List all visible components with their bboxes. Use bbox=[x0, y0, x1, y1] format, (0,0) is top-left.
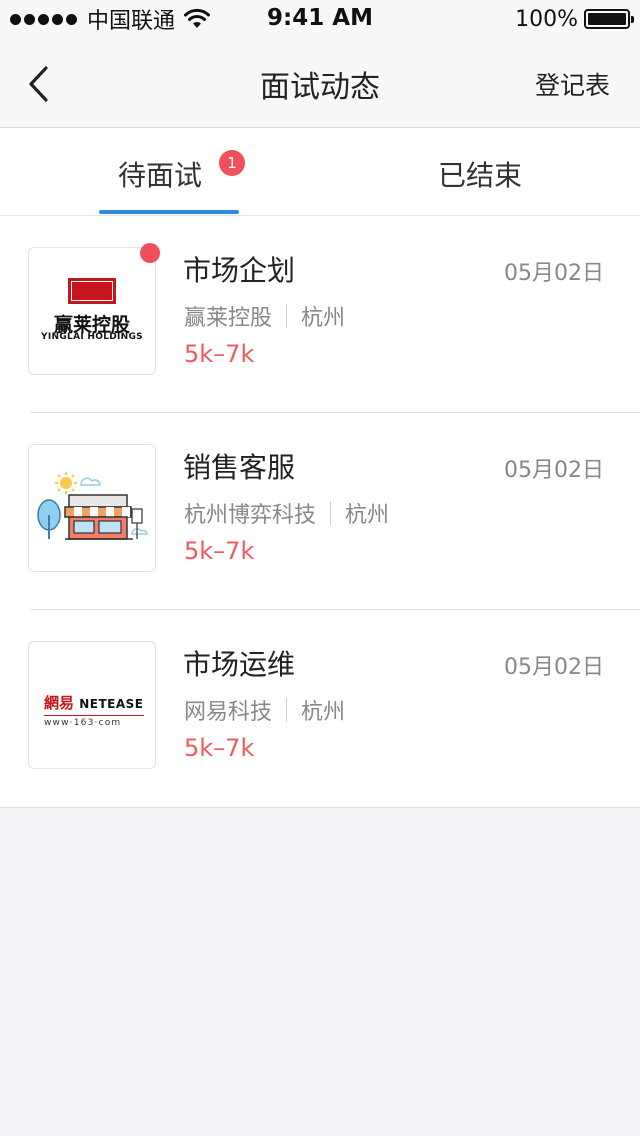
company-name: 杭州博弈科技 bbox=[184, 503, 317, 528]
status-right: 100% bbox=[515, 6, 634, 32]
tab-pending-interview[interactable]: 待面试 bbox=[0, 128, 320, 216]
city: 杭州 bbox=[345, 503, 390, 528]
interview-date: 05月02日 bbox=[504, 458, 604, 483]
logo-url: www·163·com bbox=[44, 718, 122, 728]
company-meta: 杭州博弈科技 杭州 bbox=[184, 497, 389, 529]
logo-en: NETEASE bbox=[79, 697, 144, 711]
storefront-icon bbox=[37, 472, 148, 540]
tab-finished[interactable]: 已结束 bbox=[320, 128, 640, 216]
job-title: 市场运维 bbox=[183, 648, 296, 681]
logo-rule bbox=[44, 715, 144, 716]
logo-subtext: YINGLAI HOLDINGS bbox=[41, 332, 143, 342]
yinglai-seal-icon bbox=[68, 278, 116, 304]
interview-date: 05月02日 bbox=[504, 261, 604, 286]
city: 杭州 bbox=[301, 306, 346, 331]
netease-wordmark: 網易 NETEASE www·163·com bbox=[44, 692, 144, 728]
logo-text: 網易 NETEASE bbox=[44, 692, 144, 713]
netease-logo: 網易 NETEASE www·163·com bbox=[28, 641, 156, 769]
list-item[interactable]: 销售客服 05月02日 杭州博弈科技 杭州 5k–7k bbox=[0, 413, 640, 610]
company-name: 网易科技 bbox=[184, 700, 273, 725]
tab-label: 待面试 bbox=[117, 159, 202, 192]
registration-form-button[interactable]: 登记表 bbox=[535, 66, 610, 102]
active-tab-indicator bbox=[99, 210, 239, 214]
unread-count-badge: 1 bbox=[219, 150, 245, 176]
yinglai-logo: 赢莱控股 YINGLAI HOLDINGS bbox=[28, 247, 156, 375]
list-item[interactable]: 赢莱控股 YINGLAI HOLDINGS 市场企划 05月02日 赢莱控股 杭… bbox=[0, 216, 640, 413]
salary: 5k–7k bbox=[184, 734, 255, 762]
city: 杭州 bbox=[301, 700, 346, 725]
status-bar: 中国联通 9:41 AM 100% bbox=[0, 0, 640, 40]
job-title: 销售客服 bbox=[183, 451, 296, 484]
tab-bar: 待面试 已结束 1 bbox=[0, 128, 640, 216]
battery-icon bbox=[584, 9, 634, 29]
interview-date: 05月02日 bbox=[504, 655, 604, 680]
salary: 5k–7k bbox=[184, 340, 255, 368]
salary: 5k–7k bbox=[184, 537, 255, 565]
storefront-logo bbox=[28, 444, 156, 572]
company-meta: 网易科技 杭州 bbox=[184, 694, 345, 726]
divider bbox=[286, 304, 288, 328]
nav-bar: 面试动态 登记表 bbox=[0, 40, 640, 128]
logo-cn: 網易 bbox=[44, 694, 75, 712]
list-item[interactable]: 網易 NETEASE www·163·com 市场运维 05月02日 网易科技 … bbox=[0, 610, 640, 807]
company-meta: 赢莱控股 杭州 bbox=[184, 300, 345, 332]
interview-list: 赢莱控股 YINGLAI HOLDINGS 市场企划 05月02日 赢莱控股 杭… bbox=[0, 216, 640, 808]
tab-label: 已结束 bbox=[437, 159, 522, 192]
unread-dot bbox=[140, 243, 160, 263]
company-name: 赢莱控股 bbox=[184, 306, 273, 331]
tab-badge-wrap: 1 bbox=[219, 150, 245, 176]
battery-percent: 100% bbox=[515, 6, 578, 32]
job-title: 市场企划 bbox=[183, 254, 296, 287]
divider bbox=[286, 698, 288, 722]
divider bbox=[330, 501, 332, 525]
